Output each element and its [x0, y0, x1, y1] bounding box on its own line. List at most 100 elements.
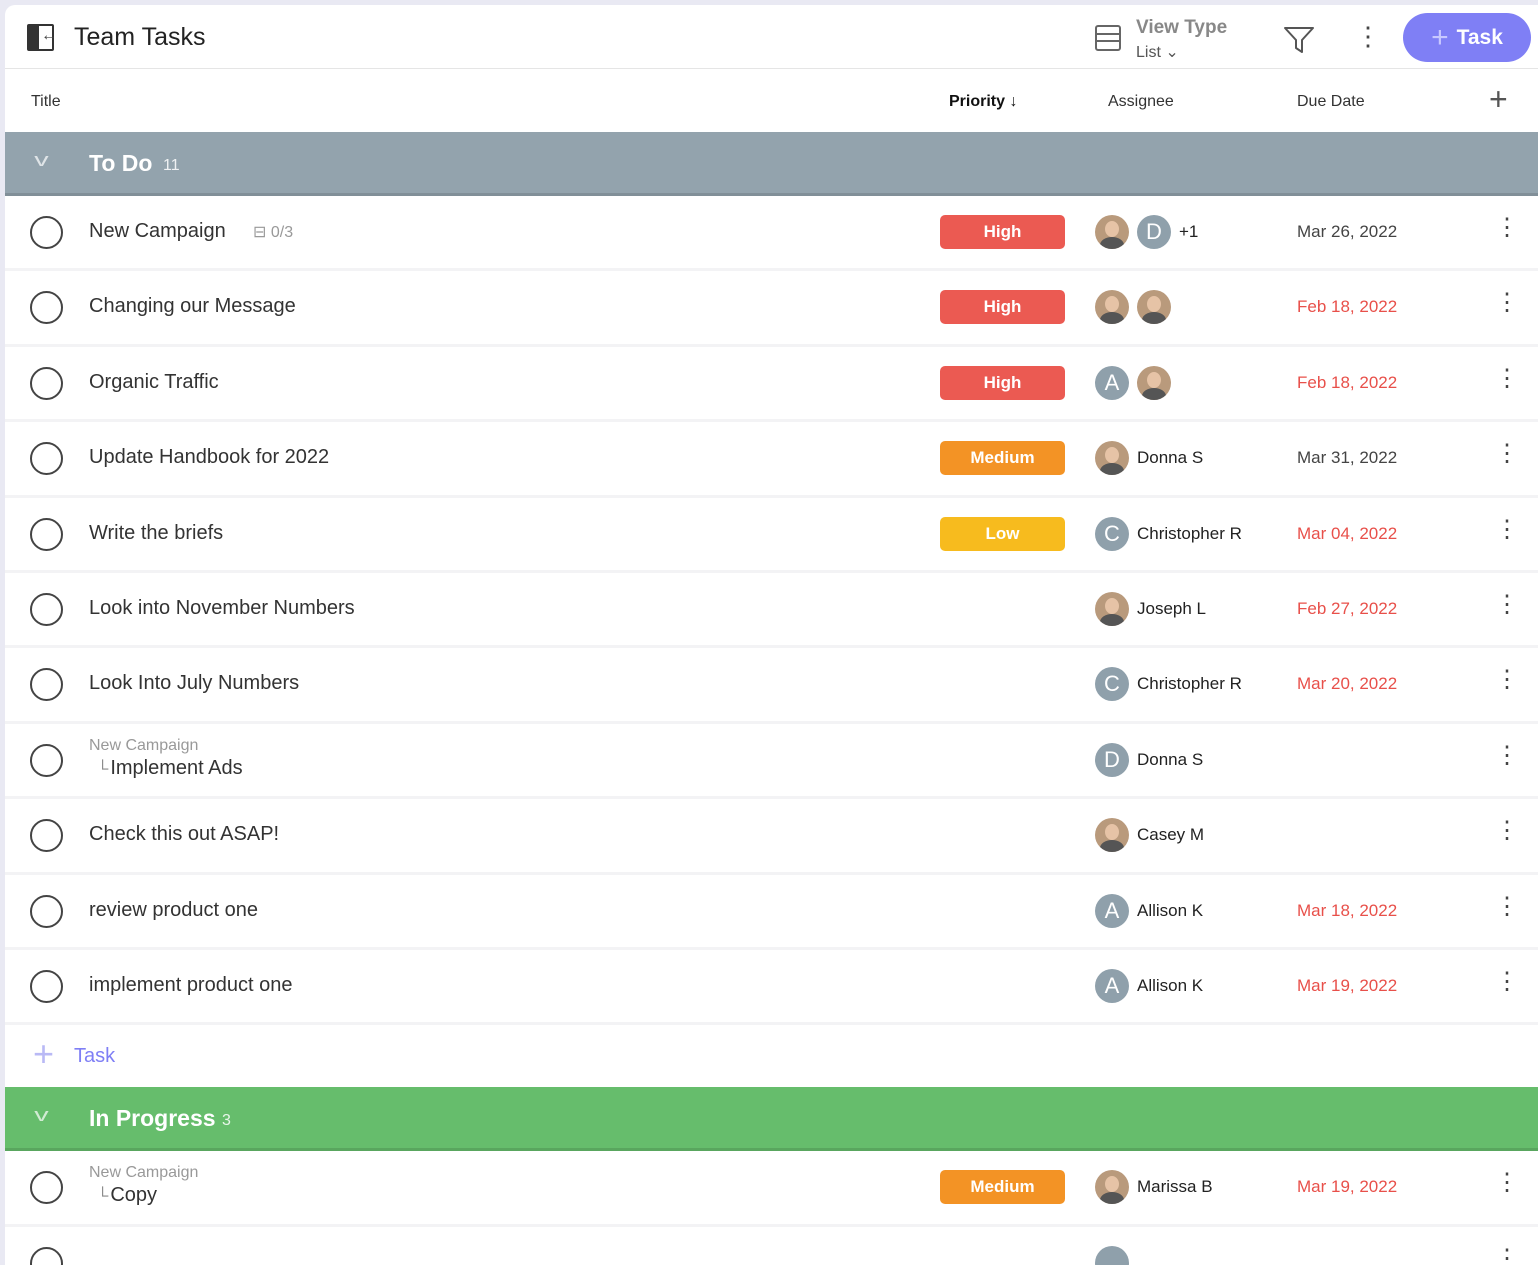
- add-column-icon[interactable]: +: [1489, 81, 1508, 118]
- complete-checkbox[interactable]: [30, 366, 63, 400]
- complete-checkbox[interactable]: [30, 819, 63, 853]
- row-more-icon[interactable]: ⋮: [1495, 291, 1519, 315]
- assignees[interactable]: C Christopher R: [1095, 516, 1242, 551]
- task-row[interactable]: New Campaign Copy Medium Marissa B Mar 19, 2…: [5, 1151, 1538, 1227]
- row-more-icon[interactable]: ⋮: [1495, 969, 1519, 994]
- task-title[interactable]: Look Into July Numbers: [89, 672, 299, 695]
- avatar[interactable]: D: [1095, 742, 1129, 777]
- view-type-select[interactable]: List ⌄: [1136, 42, 1179, 62]
- more-options-icon[interactable]: ⋮: [1355, 23, 1381, 49]
- task-title[interactable]: Implement Ads: [97, 757, 242, 780]
- chevron-down-icon[interactable]: v: [34, 1105, 48, 1126]
- task-row[interactable]: New Campaign Implement Ads D Donna S ⋮: [5, 724, 1538, 800]
- collapse-sidebar-icon[interactable]: ←: [27, 24, 57, 51]
- assignees[interactable]: A Allison K: [1095, 893, 1203, 928]
- row-more-icon[interactable]: ⋮: [1495, 894, 1519, 919]
- priority-badge[interactable]: High: [940, 290, 1065, 325]
- assignees[interactable]: D +1: [1095, 215, 1198, 249]
- assignees[interactable]: Casey M: [1095, 818, 1204, 853]
- avatar[interactable]: [1095, 441, 1129, 476]
- assignees[interactable]: [1095, 1245, 1129, 1265]
- priority-badge[interactable]: High: [940, 215, 1065, 249]
- avatar[interactable]: C: [1095, 667, 1129, 702]
- list-view-icon[interactable]: [1095, 25, 1121, 51]
- filter-icon[interactable]: [1283, 25, 1315, 55]
- row-more-icon[interactable]: ⋮: [1495, 442, 1519, 466]
- task-row[interactable]: ⋮: [5, 1227, 1538, 1265]
- task-row[interactable]: review product one A Allison K Mar 18, 2022…: [5, 875, 1538, 950]
- avatar[interactable]: A: [1095, 968, 1129, 1003]
- task-title[interactable]: Write the briefs: [89, 522, 223, 545]
- add-task-button[interactable]: + Task: [1403, 13, 1531, 62]
- complete-checkbox[interactable]: [30, 743, 63, 777]
- complete-checkbox[interactable]: [30, 517, 63, 551]
- row-more-icon[interactable]: ⋮: [1495, 517, 1519, 542]
- assignees[interactable]: Joseph L: [1095, 591, 1206, 626]
- task-title[interactable]: Changing our Message: [89, 295, 296, 318]
- row-more-icon[interactable]: ⋮: [1495, 366, 1519, 391]
- add-task-inline[interactable]: + Task: [5, 1025, 1538, 1087]
- avatar[interactable]: [1095, 818, 1129, 853]
- due-date[interactable]: Mar 04, 2022: [1297, 524, 1397, 544]
- due-date[interactable]: Mar 26, 2022: [1297, 222, 1397, 242]
- parent-task[interactable]: New Campaign: [89, 737, 198, 755]
- column-priority[interactable]: Priority ↓: [949, 93, 1017, 111]
- task-title[interactable]: implement product one: [89, 974, 292, 997]
- row-more-icon[interactable]: ⋮: [1495, 216, 1519, 240]
- task-row[interactable]: New Campaign ⊟ 0/3 High D +1 Mar 26, 2022 ⋮: [5, 196, 1538, 272]
- avatar[interactable]: [1095, 591, 1129, 626]
- column-assignee[interactable]: Assignee: [1108, 93, 1174, 111]
- avatar[interactable]: [1095, 290, 1129, 325]
- avatar[interactable]: D: [1137, 215, 1171, 249]
- task-title[interactable]: Update Handbook for 2022: [89, 446, 329, 469]
- row-more-icon[interactable]: ⋮: [1495, 819, 1519, 843]
- avatar[interactable]: [1095, 1170, 1129, 1205]
- due-date[interactable]: Mar 18, 2022: [1297, 901, 1397, 921]
- assignees[interactable]: [1095, 290, 1171, 325]
- assignees[interactable]: A Allison K: [1095, 968, 1203, 1003]
- row-more-icon[interactable]: ⋮: [1495, 1246, 1519, 1265]
- group-header-to-do[interactable]: v To Do 11: [5, 132, 1538, 196]
- row-more-icon[interactable]: ⋮: [1495, 743, 1519, 768]
- task-row[interactable]: Check this out ASAP! Casey M ⋮: [5, 799, 1538, 875]
- avatar[interactable]: A: [1095, 365, 1129, 400]
- column-title[interactable]: Title: [31, 93, 61, 111]
- assignees[interactable]: D Donna S: [1095, 742, 1203, 777]
- avatar[interactable]: A: [1095, 893, 1129, 928]
- assignees[interactable]: Marissa B: [1095, 1170, 1213, 1205]
- task-row[interactable]: Update Handbook for 2022 Medium Donna S Mar…: [5, 422, 1538, 498]
- task-title[interactable]: New Campaign: [89, 220, 226, 243]
- complete-checkbox[interactable]: [30, 216, 63, 249]
- task-title[interactable]: Look into November Numbers: [89, 597, 355, 620]
- task-title[interactable]: Organic Traffic: [89, 371, 219, 394]
- complete-checkbox[interactable]: [30, 291, 63, 325]
- complete-checkbox[interactable]: [30, 969, 63, 1003]
- row-more-icon[interactable]: ⋮: [1495, 668, 1519, 692]
- due-date[interactable]: Mar 19, 2022: [1297, 1177, 1397, 1197]
- due-date[interactable]: Mar 31, 2022: [1297, 448, 1397, 468]
- column-due-date[interactable]: Due Date: [1297, 93, 1365, 111]
- priority-badge[interactable]: Medium: [940, 441, 1065, 476]
- task-row[interactable]: Changing our Message High Feb 18, 2022 ⋮: [5, 271, 1538, 347]
- task-row[interactable]: implement product one A Allison K Mar 19, 2…: [5, 950, 1538, 1026]
- due-date[interactable]: Mar 20, 2022: [1297, 674, 1397, 694]
- due-date[interactable]: Feb 27, 2022: [1297, 599, 1397, 619]
- due-date[interactable]: Feb 18, 2022: [1297, 373, 1397, 393]
- task-row[interactable]: Organic Traffic High A Feb 18, 2022 ⋮: [5, 347, 1538, 423]
- task-row[interactable]: Write the briefs Low C Christopher R Mar 04,…: [5, 498, 1538, 573]
- task-title[interactable]: review product one: [89, 899, 258, 922]
- task-title[interactable]: Check this out ASAP!: [89, 823, 279, 846]
- avatar[interactable]: [1137, 365, 1171, 400]
- complete-checkbox[interactable]: [30, 592, 63, 626]
- priority-badge[interactable]: Medium: [940, 1170, 1065, 1205]
- extra-assignees[interactable]: +1: [1179, 222, 1198, 242]
- task-title[interactable]: Copy: [97, 1184, 157, 1207]
- row-more-icon[interactable]: ⋮: [1495, 1171, 1519, 1195]
- avatar[interactable]: [1095, 1245, 1129, 1265]
- complete-checkbox[interactable]: [30, 894, 63, 928]
- avatar[interactable]: [1137, 290, 1171, 325]
- avatar[interactable]: C: [1095, 516, 1129, 551]
- complete-checkbox[interactable]: [30, 668, 63, 702]
- assignees[interactable]: Donna S: [1095, 441, 1203, 476]
- assignees[interactable]: C Christopher R: [1095, 667, 1242, 702]
